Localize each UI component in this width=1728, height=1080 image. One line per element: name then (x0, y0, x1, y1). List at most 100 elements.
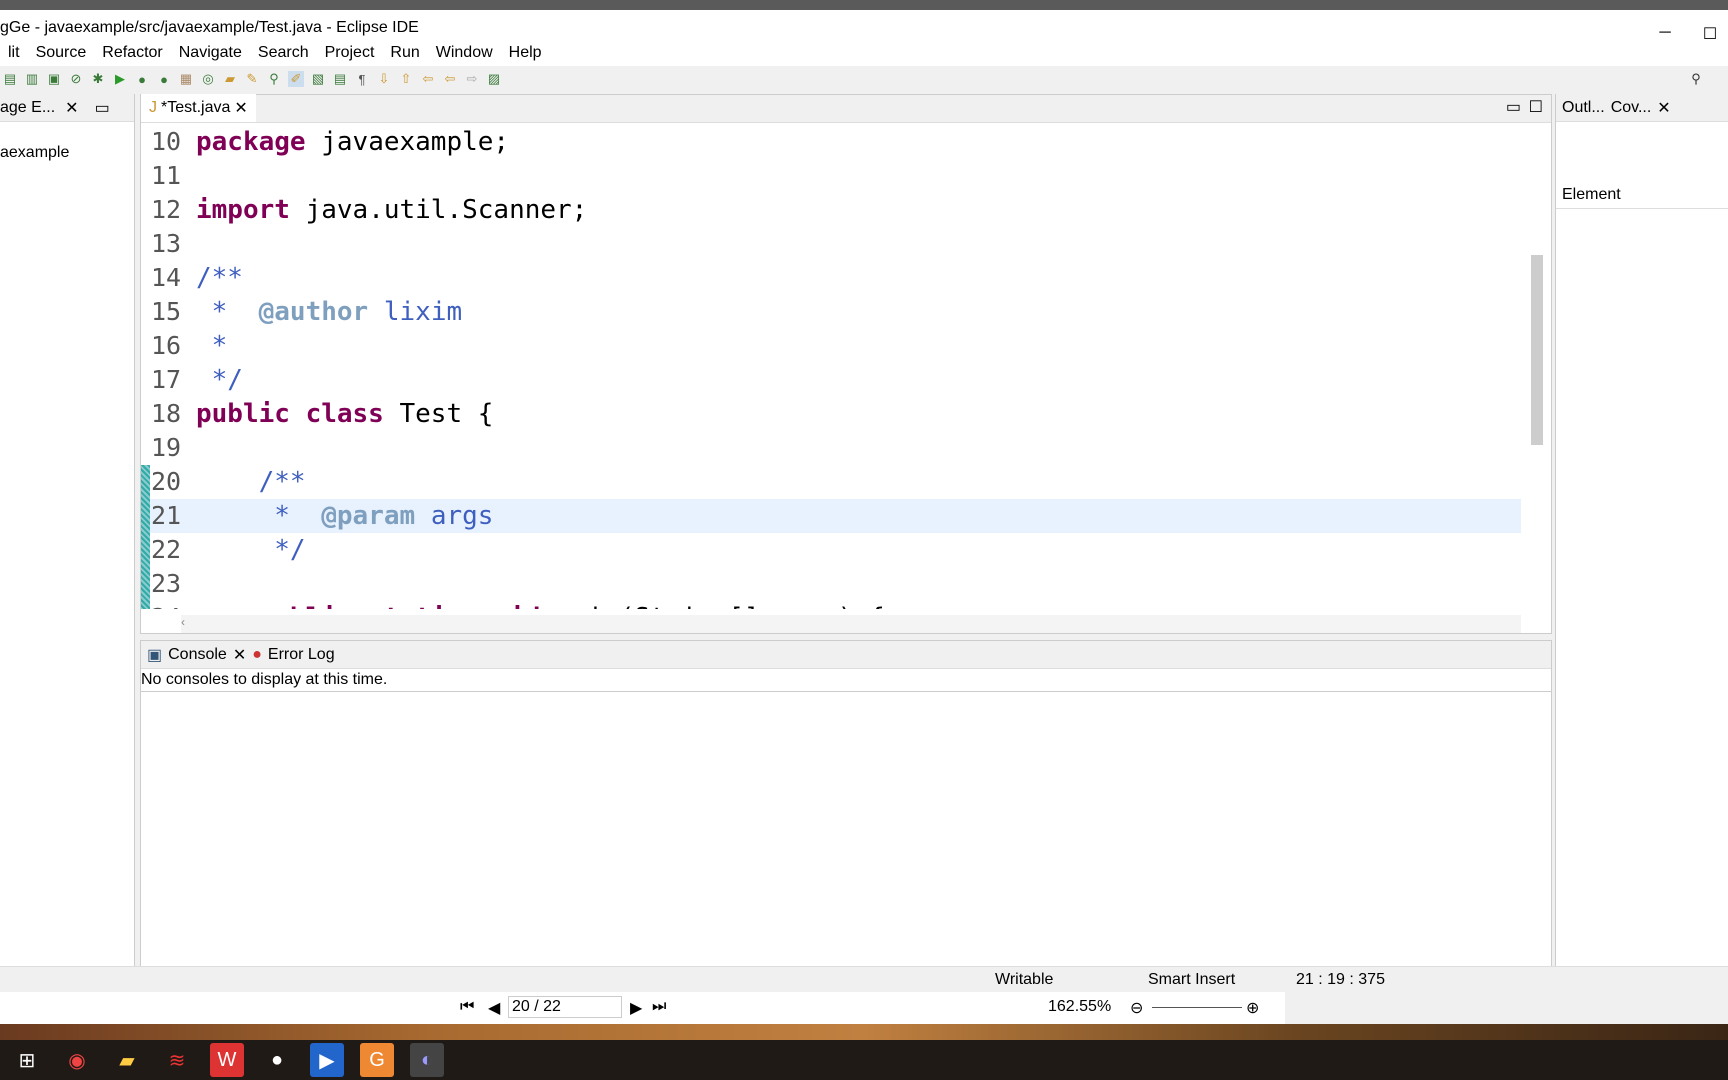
menu-source[interactable]: Source (28, 40, 95, 66)
close-icon[interactable]: ✕ (234, 98, 247, 118)
menu-search[interactable]: Search (250, 40, 317, 66)
code-token: */ (196, 535, 306, 565)
code-editor: J *Test.java ✕ ▭ ☐ 10 package javaexample; 11… (140, 94, 1552, 634)
vertical-scrollbar[interactable] (1531, 125, 1545, 609)
zoom-level[interactable]: 162.55% (1048, 998, 1111, 1016)
menu-navigate[interactable]: Navigate (171, 40, 250, 66)
last-page-icon[interactable]: ⏭ (652, 998, 666, 1016)
menu-refactor[interactable]: Refactor (94, 40, 170, 66)
mark-occurrences-icon[interactable]: ✐ (288, 71, 304, 87)
menu-bar: lit Source Refactor Navigate Search Project Ru… (0, 40, 1728, 66)
minimize-icon[interactable]: ▭ (95, 98, 110, 118)
code-line[interactable]: 20 /** (141, 465, 1521, 499)
debug-icon[interactable]: ✱ (90, 71, 106, 87)
code-line[interactable]: 24 public static void main(String[] args… (141, 601, 1521, 609)
code-area[interactable]: 10 package javaexample; 11 12 import java.ut… (141, 125, 1521, 609)
open-type-icon[interactable]: ▰ (222, 71, 238, 87)
tab-outline[interactable]: Outl... (1562, 99, 1605, 117)
external-tools-icon[interactable]: ● (156, 72, 172, 87)
page-input[interactable]: 20 / 22 (508, 996, 622, 1018)
code-line[interactable]: 16 * (141, 329, 1521, 363)
maximize-icon[interactable]: ☐ (1529, 97, 1543, 117)
block-select-icon[interactable]: ▤ (332, 71, 348, 87)
code-line[interactable]: 14 /** (141, 261, 1521, 295)
package-explorer-tab[interactable]: age E... (0, 99, 55, 117)
perspective-icon[interactable]: ▨ (486, 71, 502, 87)
last-edit-icon[interactable]: ⇦ (420, 71, 436, 87)
tab-test-java[interactable]: J *Test.java ✕ (141, 94, 256, 122)
menu-project[interactable]: Project (317, 40, 383, 66)
zoom-in-icon[interactable]: ⊕ (1246, 998, 1259, 1018)
tab-error-log[interactable]: Error Log (268, 646, 335, 664)
code-line[interactable]: 17 */ (141, 363, 1521, 397)
video-app-icon[interactable]: ▶ (310, 1043, 344, 1077)
word-wrap-icon[interactable]: ▧ (310, 71, 326, 87)
menu-window[interactable]: Window (428, 40, 501, 66)
menu-run[interactable]: Run (382, 40, 427, 66)
close-icon[interactable]: ✕ (233, 645, 246, 665)
console-view: ▣ Console ✕ ● Error Log No consoles to disp… (140, 640, 1552, 967)
wps-icon[interactable]: W (210, 1043, 244, 1077)
menu-lit[interactable]: lit (0, 40, 28, 66)
line-text: package javaexample; (196, 125, 509, 159)
code-token: * (196, 297, 243, 327)
task-view-icon[interactable]: ⊞ (10, 1043, 44, 1077)
zoom-out-icon[interactable]: ⊖ (1130, 998, 1143, 1018)
app-icon[interactable]: ≋ (160, 1043, 194, 1077)
code-line[interactable]: 15 * @author lixim (141, 295, 1521, 329)
tree-item-project[interactable]: aexample (0, 144, 134, 162)
status-writable: Writable (995, 971, 1054, 988)
save-all-icon[interactable]: ▥ (24, 71, 40, 87)
skip-breakpoints-icon[interactable]: ⊘ (68, 71, 84, 87)
forward-icon[interactable]: ⇨ (464, 71, 480, 87)
prev-page-icon[interactable]: ◀ (488, 998, 500, 1018)
taskbar: ⊞ ◉ ▰ ≋ W ● ▶ G ◐ (0, 1040, 1728, 1080)
minimize-icon[interactable]: ▭ (1506, 97, 1521, 117)
whitespace-icon[interactable]: ¶ (354, 72, 370, 87)
code-token: @author (258, 297, 369, 327)
code-line[interactable]: 18 public class Test { (141, 397, 1521, 431)
code-token: /** (196, 263, 243, 293)
code-line[interactable]: 22 */ (141, 533, 1521, 567)
horizontal-scrollbar[interactable]: ‹ (181, 615, 1521, 633)
tab-console[interactable]: Console (168, 646, 227, 664)
zoom-slider[interactable] (1152, 1007, 1242, 1008)
first-page-icon[interactable]: ⏮ (460, 998, 474, 1016)
code-line[interactable]: 10 package javaexample; (141, 125, 1521, 159)
file-explorer-icon[interactable]: ▰ (110, 1043, 144, 1077)
back-icon[interactable]: ⇦ (442, 71, 458, 87)
line-number: 11 (151, 161, 182, 190)
next-page-icon[interactable]: ▶ (630, 998, 642, 1018)
new-class-icon[interactable]: ◎ (200, 71, 216, 87)
code-line[interactable]: 11 (141, 159, 1521, 193)
tab-coverage[interactable]: Cov... (1611, 99, 1652, 117)
prev-annotation-icon[interactable]: ⇧ (398, 71, 414, 87)
app-icon[interactable]: ● (260, 1043, 294, 1077)
save-icon[interactable]: ▤ (2, 71, 18, 87)
new-package-icon[interactable]: ▦ (178, 71, 194, 87)
code-line[interactable]: 13 (141, 227, 1521, 261)
code-line[interactable]: 23 (141, 567, 1521, 601)
close-icon[interactable]: ✕ (65, 98, 78, 118)
annotation-icon[interactable]: ⚲ (266, 71, 282, 87)
app-icon[interactable]: G (360, 1043, 394, 1077)
code-line[interactable]: 12 import java.util.Scanner; (141, 193, 1521, 227)
column-header-element[interactable]: Element (1556, 182, 1728, 209)
line-text: public class Test { (196, 397, 493, 431)
line-text: import java.util.Scanner; (196, 193, 587, 227)
line-number: 21 (151, 501, 182, 530)
code-line[interactable]: 19 (141, 431, 1521, 465)
chrome-icon[interactable]: ◉ (60, 1043, 94, 1077)
terminal-icon[interactable]: ▣ (46, 71, 62, 87)
status-cursor-position: 21 : 19 : 375 (1296, 971, 1385, 988)
menu-help[interactable]: Help (501, 40, 550, 66)
eclipse-icon[interactable]: ◐ (410, 1043, 444, 1077)
search-icon-tb[interactable]: ✎ (244, 71, 260, 87)
coverage-icon[interactable]: ● (134, 72, 150, 87)
code-token: lixim (383, 297, 463, 327)
run-icon[interactable]: ▶ (112, 71, 128, 87)
code-line[interactable]: 21 * @param args (141, 499, 1521, 533)
next-annotation-icon[interactable]: ⇩ (376, 71, 392, 87)
global-search-icon[interactable]: ⚲ (1688, 71, 1704, 87)
close-icon[interactable]: ✕ (1657, 98, 1670, 118)
